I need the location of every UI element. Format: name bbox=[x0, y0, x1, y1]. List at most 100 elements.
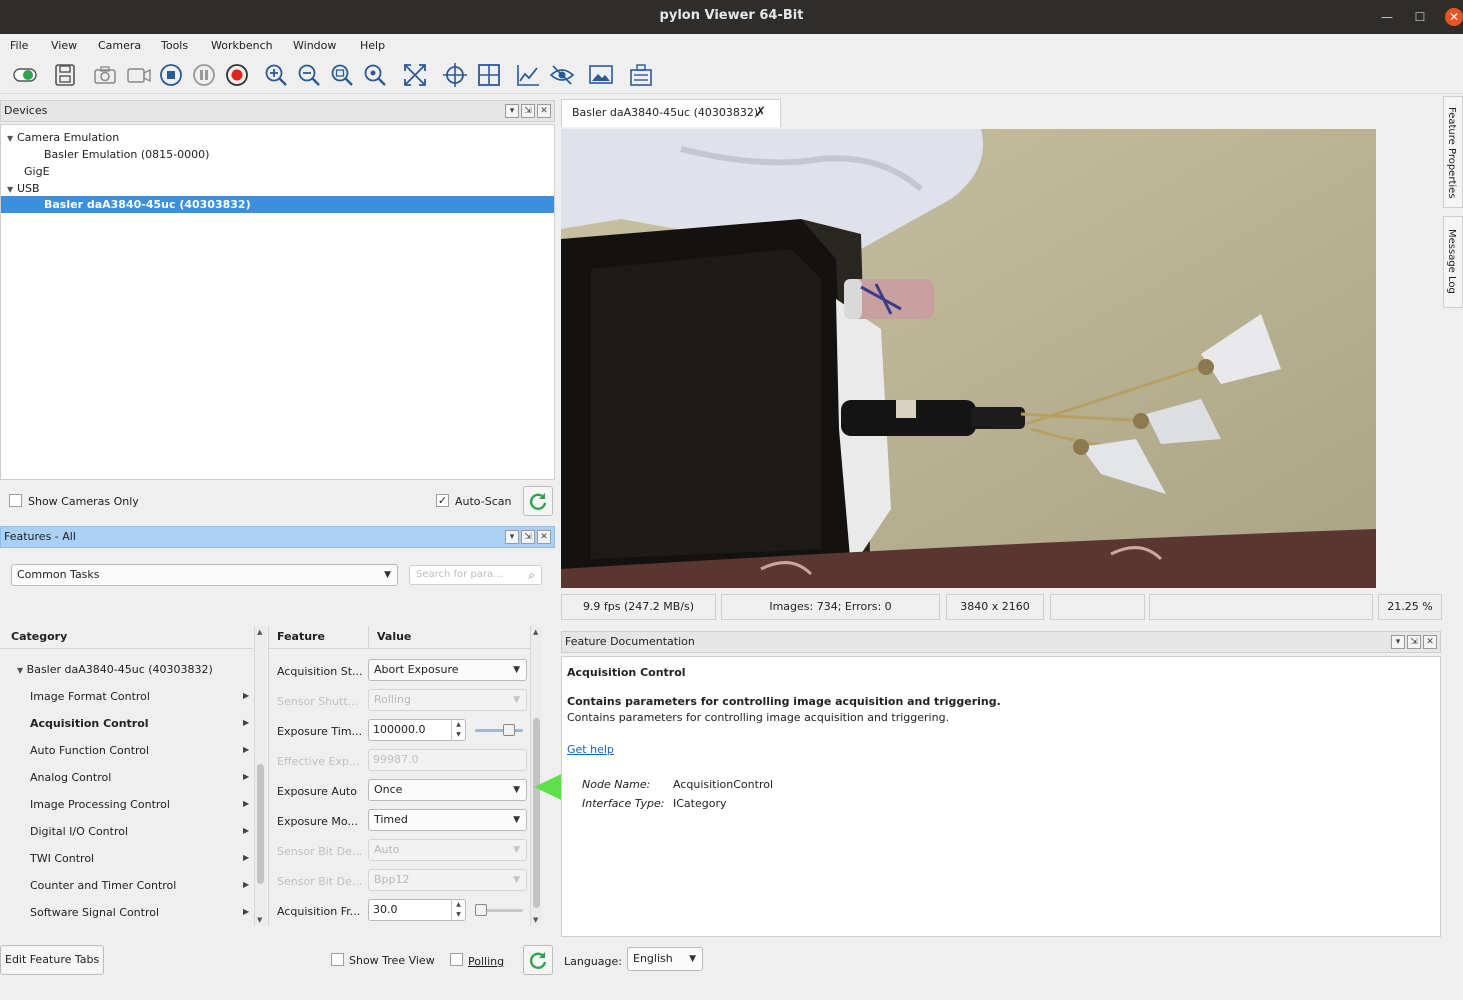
category-twi-control[interactable]: TWI Control bbox=[30, 852, 94, 865]
record-icon[interactable] bbox=[223, 61, 251, 89]
fullscreen-icon[interactable] bbox=[401, 61, 429, 89]
category-auto-function-control[interactable]: Auto Function Control bbox=[30, 744, 149, 757]
tree-item-basler-usb-camera[interactable]: Basler daA3840-45uc (40303832) bbox=[1, 196, 554, 213]
fps-status: 9.9 fps (247.2 MB/s) bbox=[561, 594, 716, 620]
expand-icon[interactable]: ▼ bbox=[7, 130, 17, 147]
menu-tools[interactable]: Tools bbox=[161, 39, 188, 52]
stepper-arrows-icon[interactable]: ▲ ▼ bbox=[451, 720, 465, 740]
task-select[interactable]: Common Tasks ▼ bbox=[11, 564, 398, 586]
video-icon[interactable] bbox=[125, 61, 153, 89]
maximize-icon[interactable]: ☐ bbox=[1410, 7, 1430, 27]
save-icon[interactable] bbox=[51, 61, 79, 89]
panel-menu-icon[interactable]: ▾ bbox=[1391, 635, 1405, 649]
menu-help[interactable]: Help bbox=[360, 39, 385, 52]
refresh-features-button[interactable] bbox=[523, 945, 553, 975]
scroll-thumb[interactable] bbox=[533, 718, 540, 908]
search-icon[interactable]: ⌕ bbox=[528, 566, 535, 584]
exposure-time-stepper[interactable]: 100000.0 ▲ ▼ bbox=[368, 719, 466, 741]
exposure-mode-select[interactable]: Timed ▼ bbox=[368, 809, 527, 831]
category-image-processing-control[interactable]: Image Processing Control bbox=[30, 798, 170, 811]
zoom-100-icon[interactable] bbox=[361, 61, 389, 89]
side-tab-message-log[interactable]: Message Log bbox=[1443, 216, 1463, 308]
show-cameras-only-checkbox[interactable] bbox=[9, 494, 22, 507]
category-digital-io-control[interactable]: Digital I/O Control bbox=[30, 825, 128, 838]
tree-item-usb[interactable]: ▼ USB bbox=[7, 180, 40, 197]
panel-menu-icon[interactable]: ▾ bbox=[505, 530, 519, 544]
panel-float-icon[interactable]: ⇲ bbox=[521, 104, 535, 118]
histogram-icon[interactable] bbox=[514, 61, 542, 89]
side-tab-feature-properties[interactable]: Feature Properties bbox=[1443, 96, 1463, 208]
expand-icon[interactable]: ▼ bbox=[17, 666, 23, 675]
chevron-down-icon: ▼ bbox=[513, 875, 520, 885]
category-image-format-control[interactable]: Image Format Control bbox=[30, 690, 150, 703]
panel-float-icon[interactable]: ⇲ bbox=[1407, 635, 1421, 649]
refresh-devices-button[interactable] bbox=[523, 486, 553, 516]
pause-icon[interactable] bbox=[190, 61, 218, 89]
menu-view[interactable]: View bbox=[51, 39, 77, 52]
panel-close-icon[interactable]: ✕ bbox=[537, 104, 551, 118]
panel-close-icon[interactable]: ✕ bbox=[537, 530, 551, 544]
feature-sensor-shutter: Sensor Shutt... bbox=[277, 695, 359, 708]
scroll-down-icon[interactable]: ▼ bbox=[257, 916, 262, 924]
category-camera-node[interactable]: ▼ Basler daA3840-45uc (40303832) bbox=[17, 663, 213, 676]
chevron-right-icon: ▶ bbox=[243, 691, 250, 700]
acquisition-frame-rate-stepper[interactable]: 30.0 ▲ ▼ bbox=[368, 899, 466, 921]
snapshot-icon[interactable] bbox=[91, 61, 119, 89]
close-tab-icon[interactable]: ✗ bbox=[755, 100, 766, 126]
category-counter-timer-control[interactable]: Counter and Timer Control bbox=[30, 879, 176, 892]
tree-item-basler-emulation[interactable]: Basler Emulation (0815-0000) bbox=[44, 146, 209, 163]
scroll-down-icon[interactable]: ▼ bbox=[533, 916, 538, 924]
frame-rate-slider-handle[interactable] bbox=[475, 904, 487, 916]
edit-feature-tabs-button[interactable]: Edit Feature Tabs bbox=[0, 945, 105, 975]
node-name-label: Node Name: bbox=[582, 778, 651, 791]
category-software-signal-control[interactable]: Software Signal Control bbox=[30, 906, 159, 919]
exposure-time-slider-handle[interactable] bbox=[503, 724, 515, 736]
menu-camera[interactable]: Camera bbox=[98, 39, 141, 52]
polling-checkbox[interactable] bbox=[450, 953, 463, 966]
scroll-up-icon[interactable]: ▲ bbox=[533, 628, 538, 636]
menu-workbench[interactable]: Workbench bbox=[211, 39, 273, 52]
panel-float-icon[interactable]: ⇲ bbox=[521, 530, 535, 544]
feature-exposure-time: Exposure Tim... bbox=[277, 725, 363, 738]
exposure-time-slider[interactable] bbox=[475, 729, 523, 732]
get-help-link[interactable]: Get help bbox=[567, 743, 614, 756]
feature-exposure-mode: Exposure Mo... bbox=[277, 815, 358, 828]
menu-window[interactable]: Window bbox=[293, 39, 336, 52]
language-select[interactable]: English ▼ bbox=[627, 947, 703, 971]
zoom-in-icon[interactable] bbox=[262, 61, 290, 89]
chevron-down-icon: ▼ bbox=[513, 665, 520, 675]
acquisition-start-select[interactable]: Abort Exposure ▼ bbox=[368, 659, 527, 681]
eye-icon[interactable] bbox=[548, 61, 576, 89]
scroll-up-icon[interactable]: ▲ bbox=[257, 628, 262, 636]
scroll-thumb[interactable] bbox=[257, 764, 264, 884]
stop-icon[interactable] bbox=[157, 61, 185, 89]
sensor-bit-depth-select: Auto ▼ bbox=[368, 839, 527, 861]
search-input[interactable]: Search for para... ⌕ bbox=[409, 565, 542, 585]
toggle-icon[interactable] bbox=[11, 61, 39, 89]
camera-image[interactable] bbox=[561, 129, 1376, 588]
exposure-auto-select[interactable]: Once ▼ bbox=[368, 779, 527, 801]
auto-scan-checkbox[interactable]: ✓ bbox=[436, 494, 449, 507]
image-icon[interactable] bbox=[587, 61, 615, 89]
zoom-fit-icon[interactable] bbox=[328, 61, 356, 89]
chevron-right-icon: ▶ bbox=[243, 853, 250, 862]
zoom-out-icon[interactable] bbox=[295, 61, 323, 89]
menu-file[interactable]: File bbox=[10, 39, 28, 52]
stepper-arrows-icon[interactable]: ▲ ▼ bbox=[451, 900, 465, 920]
tab-camera-view[interactable]: Basler daA3840-45uc (40303832) ✗ bbox=[561, 99, 781, 127]
panel-menu-icon[interactable]: ▾ bbox=[505, 104, 519, 118]
grid-icon[interactable] bbox=[475, 61, 503, 89]
feature-effective-exposure: Effective Exp... bbox=[277, 755, 360, 768]
category-acquisition-control[interactable]: Acquisition Control bbox=[30, 717, 149, 730]
minimize-icon[interactable]: — bbox=[1377, 7, 1397, 27]
close-icon[interactable]: ✕ bbox=[1445, 8, 1463, 26]
category-analog-control[interactable]: Analog Control bbox=[30, 771, 111, 784]
settings-icon[interactable] bbox=[627, 61, 655, 89]
tree-item-camera-emulation[interactable]: ▼ Camera Emulation bbox=[7, 129, 119, 146]
tree-item-gige[interactable]: GigE bbox=[24, 163, 50, 180]
panel-close-icon[interactable]: ✕ bbox=[1423, 635, 1437, 649]
language-label: Language: bbox=[564, 955, 622, 968]
category-scrollbar[interactable]: ▲ ▼ bbox=[254, 626, 266, 926]
show-tree-view-checkbox[interactable] bbox=[331, 953, 344, 966]
crosshair-icon[interactable] bbox=[441, 61, 469, 89]
